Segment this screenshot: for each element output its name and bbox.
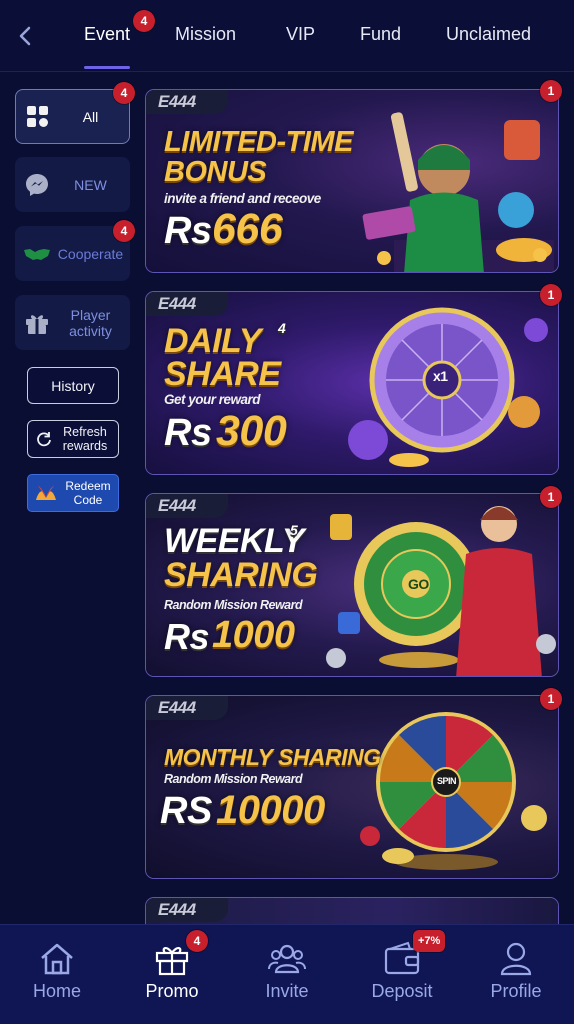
banner-title: LIMITED-TIME [164, 126, 353, 158]
banner-title-superscript: 5 [290, 522, 298, 538]
nav-promo-badge: 4 [186, 930, 208, 952]
sidebar-cooperate-badge: 4 [113, 220, 135, 242]
brand-label: E444 [146, 90, 228, 114]
profile-icon [500, 942, 532, 976]
top-tab-bar: Event 4 Mission VIP Fund Unclaimed [0, 0, 574, 72]
refresh-icon [37, 432, 51, 447]
banner-daily-share[interactable]: E444 DAILY 4 SHARE Get your reward Rs 30… [145, 291, 559, 475]
sidebar-item-new[interactable]: NEW [15, 157, 130, 212]
redeem-code-label: Redeem Code [65, 479, 111, 507]
wheel-center-label: SPIN [437, 776, 457, 786]
banner-title: MONTHLY SHARING [164, 744, 381, 770]
home-icon [41, 943, 73, 975]
banner-badge: 1 [540, 486, 562, 508]
tab-event[interactable]: Event [84, 24, 130, 45]
nav-label: Invite [265, 981, 309, 1001]
tab-vip[interactable]: VIP [286, 24, 315, 45]
brand-label: E444 [146, 898, 228, 922]
sidebar-item-label: All [82, 108, 99, 125]
banner-badge: 1 [540, 284, 562, 306]
banner-amount: 666 [212, 205, 283, 253]
back-arrow-icon[interactable] [12, 22, 40, 50]
banner-amount: 300 [216, 407, 287, 455]
people-icon [268, 944, 306, 974]
sidebar-item-all[interactable]: All [15, 89, 130, 144]
wheel-center-label: GO [408, 576, 429, 592]
banner-limited-time-bonus[interactable]: E444 LIMITED-TIME BONUS invite a friend … [145, 89, 559, 273]
banner-subtitle: Get your reward [164, 392, 261, 407]
tab-mission[interactable]: Mission [175, 24, 236, 45]
sidebar-item-label: NEW [74, 176, 107, 193]
sidebar-item-label: Player activity [69, 306, 112, 339]
banner-title: SHARING [164, 556, 318, 594]
sidebar-item-label: Cooperate [57, 245, 124, 262]
refresh-rewards-button[interactable]: Refresh rewards [27, 420, 119, 458]
sidebar-item-player-activity[interactable]: Player activity [15, 295, 130, 350]
handshake-icon [24, 248, 50, 260]
spin-wheel-illustration [360, 712, 547, 870]
refresh-rewards-label: Refresh rewards [62, 425, 108, 453]
active-tab-indicator [84, 66, 130, 69]
app-root: Event 4 Mission VIP Fund Unclaimed All 4… [0, 0, 574, 1024]
banner-subtitle: Random Mission Reward [164, 772, 303, 786]
banner-currency: Rs [164, 412, 212, 454]
banner-monthly-sharing[interactable]: E444 MONTHLY SHARING Random Mission Rewa… [145, 695, 559, 879]
banner-currency: Rs [164, 210, 212, 252]
nav-label: Deposit [371, 981, 433, 1001]
grid-icon [27, 105, 48, 127]
sidebar-all-badge: 4 [113, 82, 135, 104]
brand-label: E444 [146, 292, 228, 316]
banner-title: SHARE [164, 355, 281, 393]
flower-icon [36, 486, 56, 500]
tab-fund[interactable]: Fund [360, 24, 401, 45]
nav-promo[interactable]: Promo [122, 939, 222, 1002]
category-sidebar: All 4 NEW Cooperate 4 Player activity Hi… [0, 73, 140, 923]
nav-label: Profile [490, 981, 542, 1001]
banner-amount: 1000 [212, 614, 295, 656]
nav-label: Promo [145, 981, 199, 1001]
banner-weekly-sharing[interactable]: E444 WEEKLY 5 SHARING Random Mission Rew… [145, 493, 559, 677]
nav-home[interactable]: Home [7, 939, 107, 1002]
banner-title: BONUS [164, 156, 267, 188]
banner-subtitle: Random Mission Reward [164, 598, 303, 612]
messenger-icon [26, 173, 48, 196]
nav-deposit-badge: +7% [413, 930, 446, 952]
gift-box-icon [26, 314, 48, 334]
tab-event-badge: 4 [133, 10, 155, 32]
banner-title-superscript: 4 [278, 320, 286, 336]
brand-label: E444 [146, 696, 228, 720]
bottom-navigation: Home Promo 4 Invite Deposit +7% Profile [0, 924, 574, 1024]
banner-badge: 1 [540, 80, 562, 102]
nav-label: Home [32, 981, 81, 1001]
banner-currency: Rs [164, 616, 210, 657]
banner-currency: RS [160, 790, 212, 832]
tab-unclaimed[interactable]: Unclaimed [446, 24, 531, 45]
banner-subtitle: invite a friend and receove [164, 191, 321, 206]
brand-label: E444 [146, 494, 228, 518]
history-button[interactable]: History [27, 367, 119, 404]
wheel-center-label: x1 [433, 368, 448, 384]
banner-amount: 10000 [216, 788, 325, 832]
banner-badge: 1 [540, 688, 562, 710]
redeem-code-button[interactable]: Redeem Code [27, 474, 119, 512]
nav-profile[interactable]: Profile [466, 939, 566, 1002]
nav-invite[interactable]: Invite [237, 939, 337, 1002]
